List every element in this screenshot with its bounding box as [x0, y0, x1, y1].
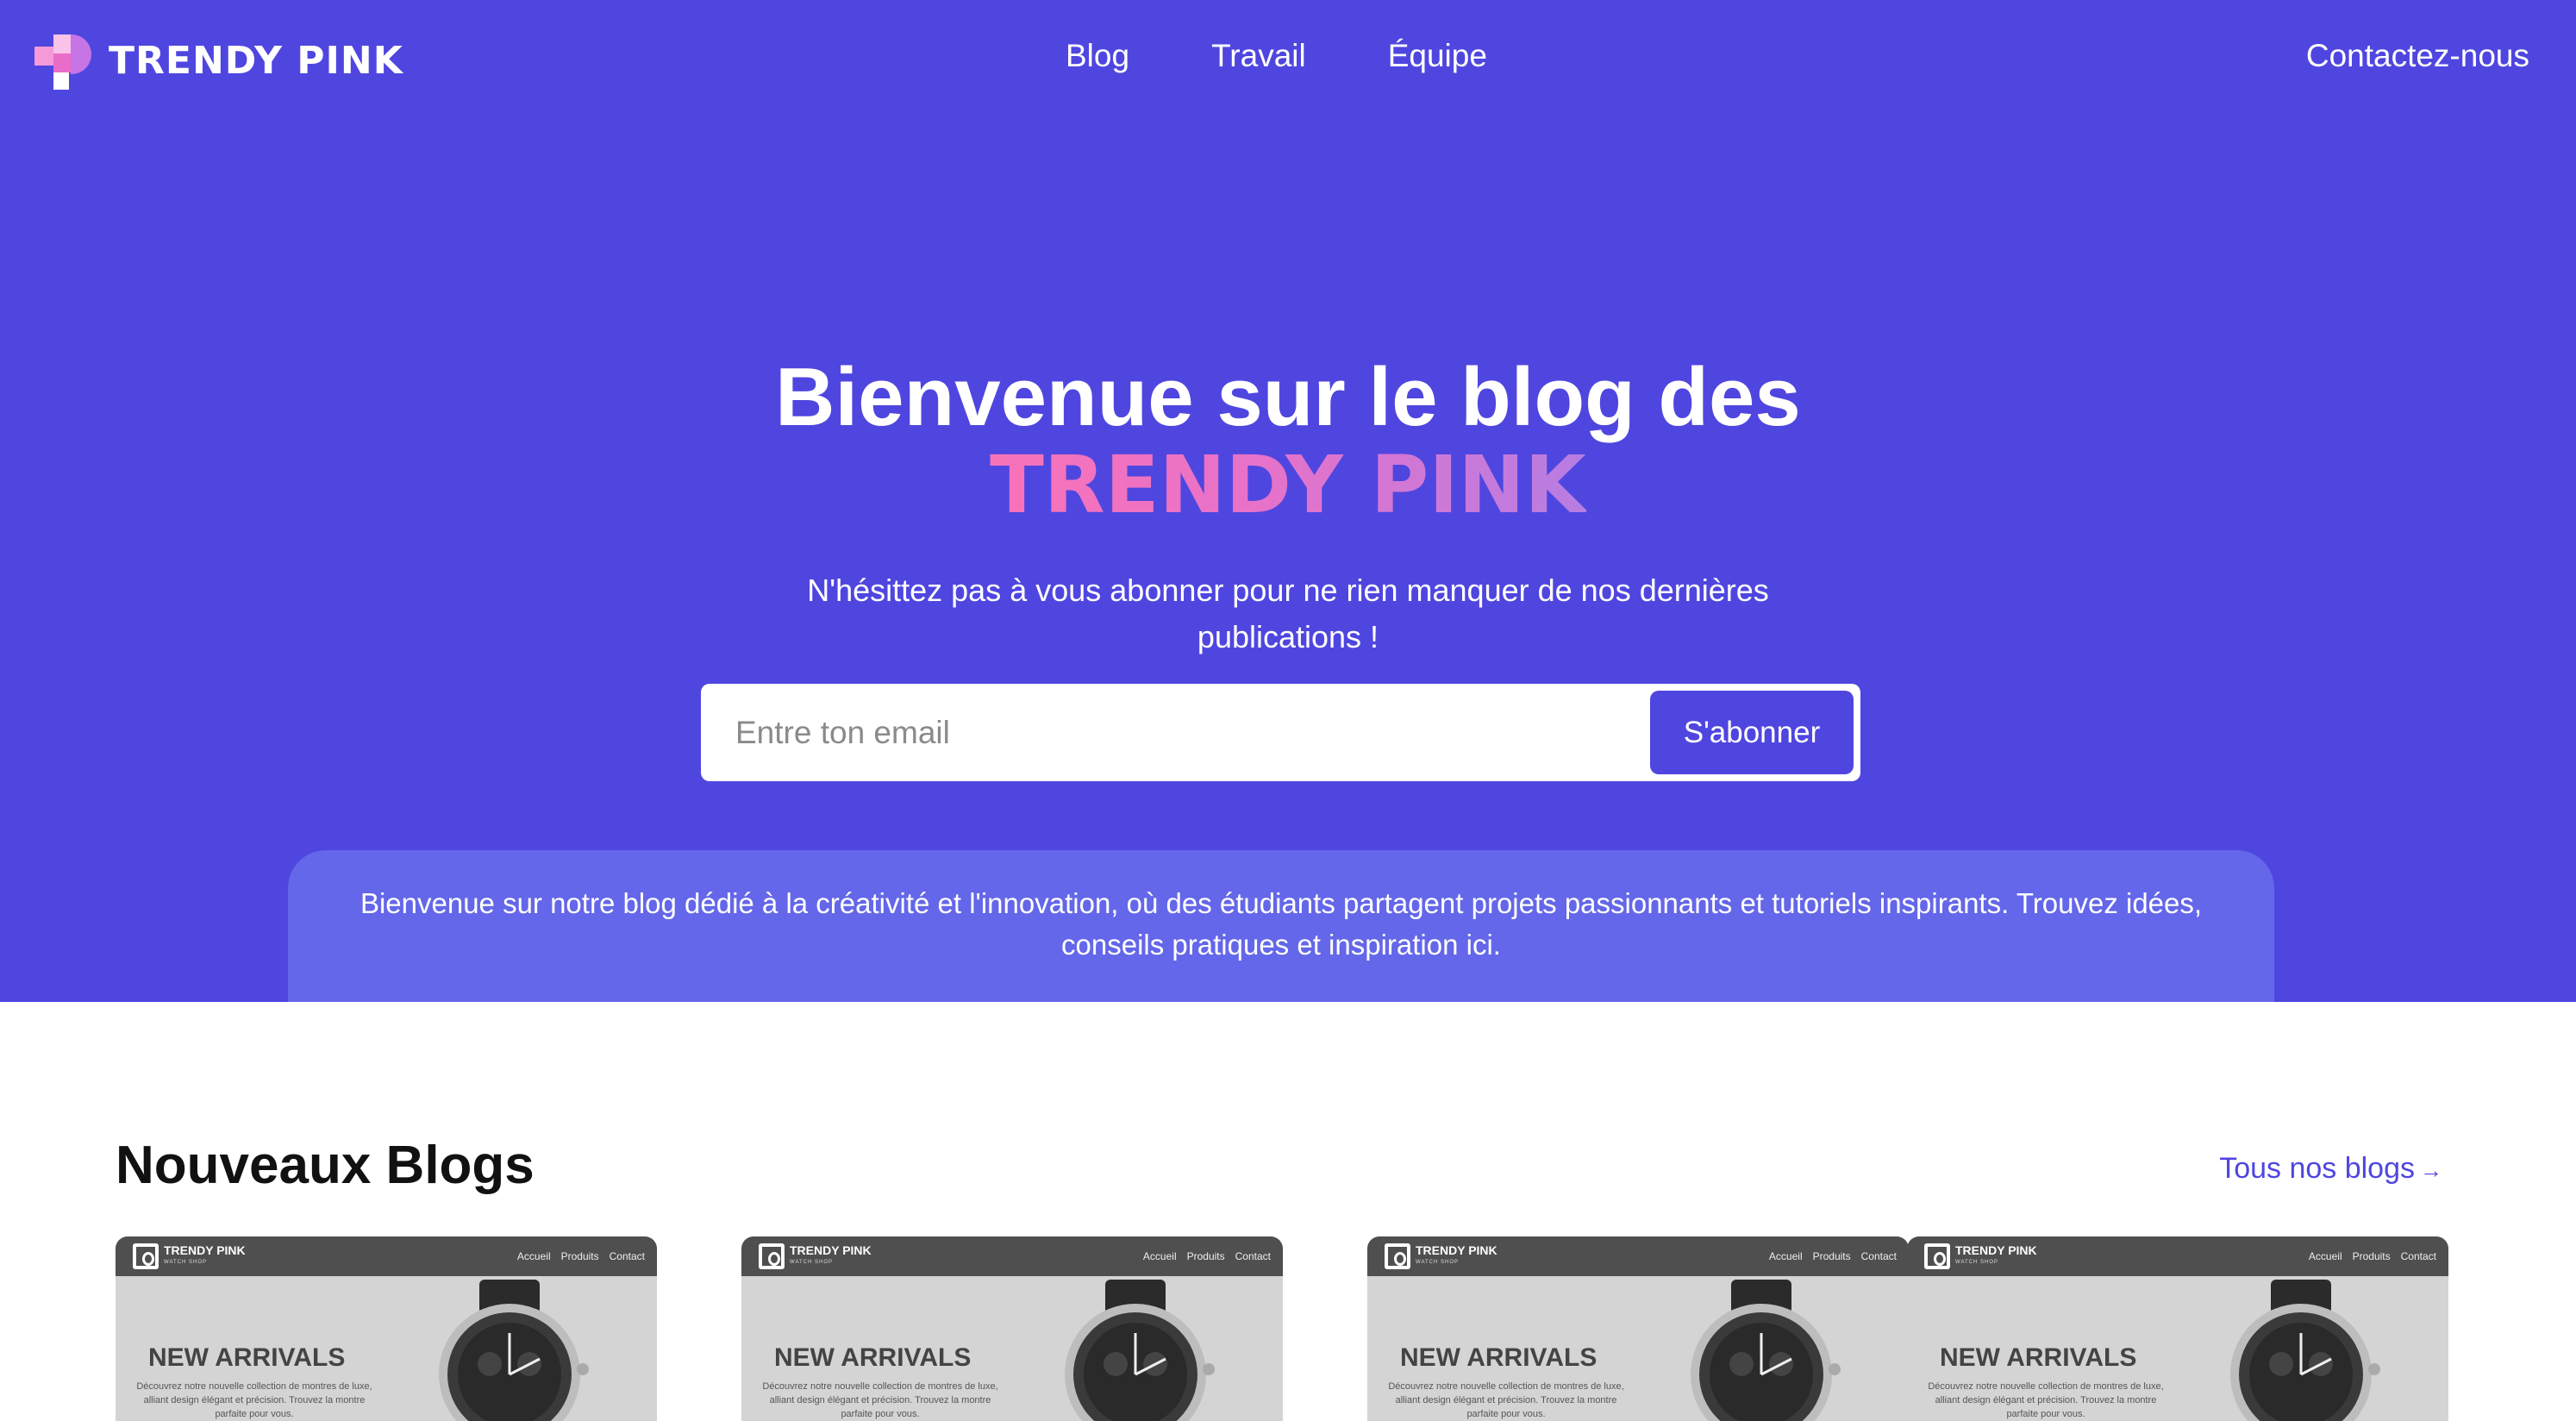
card-menu-item: Produits — [1812, 1250, 1851, 1262]
card-brand: TRENDY PINK — [164, 1243, 246, 1257]
contact-link[interactable]: Contactez-nous — [2306, 38, 2529, 74]
blog-card[interactable]: TRENDY PINK WATCH SHOP Accueil Produits … — [1367, 1236, 1909, 1421]
nav-links: Blog Travail Équipe — [1066, 38, 1487, 74]
card-description: Découvrez notre nouvelle collection de m… — [1928, 1381, 2164, 1419]
card-brand: TRENDY PINK — [1955, 1243, 2037, 1257]
card-menu-item: Accueil — [1142, 1250, 1177, 1262]
card-menu: Accueil Produits Contact — [1769, 1250, 1897, 1262]
card-preview-topbar: TRENDY PINK WATCH SHOP Accueil Produits … — [741, 1236, 1283, 1276]
logo[interactable]: TRENDY PINK — [34, 31, 403, 90]
card-menu: Accueil Produits Contact — [2309, 1250, 2436, 1262]
watch-shop-logo-icon — [759, 1243, 785, 1269]
watch-shop-logo-icon — [1924, 1243, 1950, 1269]
blog-cards: TRENDY PINK WATCH SHOP Accueil Produits … — [116, 1236, 2448, 1421]
section-title: Nouveaux Blogs — [116, 1136, 535, 1195]
card-tagline: WATCH SHOP — [1955, 1260, 1998, 1265]
card-menu-item: Accueil — [1768, 1250, 1803, 1262]
hero-subtitle: N'hésittez pas à vous abonner pour ne ri… — [807, 573, 1769, 654]
hero-title: Bienvenue sur le blog des — [775, 351, 1801, 443]
logo-text: TRENDY PINK — [109, 38, 403, 83]
card-description: Découvrez notre nouvelle collection de m… — [136, 1381, 372, 1419]
hero-section: TRENDY PINK Blog Travail Équipe Contacte… — [0, 0, 2576, 1002]
card-preview-topbar: TRENDY PINK WATCH SHOP Accueil Produits … — [1367, 1236, 1909, 1276]
card-menu-item: Contact — [2400, 1250, 2436, 1262]
all-blogs-link[interactable]: Tous nos blogs → — [2219, 1152, 2442, 1186]
card-description: Découvrez notre nouvelle collection de m… — [762, 1381, 998, 1419]
card-description: Découvrez notre nouvelle collection de m… — [1388, 1381, 1624, 1419]
watch-shop-logo-icon — [133, 1243, 159, 1269]
card-menu-item: Produits — [560, 1250, 599, 1262]
watch-icon — [439, 1280, 589, 1421]
card-menu-item: Produits — [2352, 1250, 2391, 1262]
email-input[interactable] — [735, 684, 1632, 781]
watch-shop-logo-icon — [1385, 1243, 1410, 1269]
card-brand: TRENDY PINK — [790, 1243, 872, 1257]
card-preview-topbar: TRENDY PINK WATCH SHOP Accueil Produits … — [1907, 1236, 2448, 1276]
card-heading: NEW ARRIVALS — [1400, 1343, 1597, 1372]
nav-link-travail[interactable]: Travail — [1211, 38, 1306, 74]
card-preview-topbar: TRENDY PINK WATCH SHOP Accueil Produits … — [116, 1236, 657, 1276]
card-menu: Accueil Produits Contact — [517, 1250, 645, 1262]
card-tagline: WATCH SHOP — [164, 1260, 207, 1265]
card-menu-item: Contact — [1860, 1250, 1897, 1262]
subscribe-form: S'abonner — [701, 684, 1860, 781]
card-tagline: WATCH SHOP — [790, 1260, 833, 1265]
blog-card[interactable]: TRENDY PINK WATCH SHOP Accueil Produits … — [116, 1236, 657, 1421]
card-heading: NEW ARRIVALS — [1940, 1343, 2137, 1372]
card-menu-item: Contact — [1235, 1250, 1271, 1262]
card-menu: Accueil Produits Contact — [1143, 1250, 1271, 1262]
watch-icon — [1691, 1280, 1841, 1421]
card-menu-item: Accueil — [2308, 1250, 2342, 1262]
blog-card[interactable]: TRENDY PINK WATCH SHOP Accueil Produits … — [1907, 1236, 2448, 1421]
blog-card[interactable]: TRENDY PINK WATCH SHOP Accueil Produits … — [741, 1236, 1283, 1421]
card-menu-item: Accueil — [516, 1250, 551, 1262]
hero-brand-title: TRENDY PINK — [0, 440, 2576, 531]
subscribe-button[interactable]: S'abonner — [1650, 691, 1854, 774]
logo-icon — [34, 31, 91, 90]
card-brand: TRENDY PINK — [1416, 1243, 1497, 1257]
nav-link-equipe[interactable]: Équipe — [1388, 38, 1487, 74]
arrow-right-icon: → — [2420, 1157, 2442, 1183]
all-blogs-label: Tous nos blogs — [2219, 1152, 2415, 1185]
top-nav: TRENDY PINK Blog Travail Équipe Contacte… — [0, 0, 2576, 121]
watch-icon — [2230, 1280, 2380, 1421]
intro-text: Bienvenue sur notre blog dédié à la créa… — [360, 887, 2203, 961]
card-menu-item: Contact — [609, 1250, 645, 1262]
intro-box: Bienvenue sur notre blog dédié à la créa… — [288, 850, 2274, 1002]
card-heading: NEW ARRIVALS — [774, 1343, 972, 1372]
card-tagline: WATCH SHOP — [1416, 1260, 1459, 1265]
watch-icon — [1065, 1280, 1215, 1421]
card-heading: NEW ARRIVALS — [148, 1343, 346, 1372]
card-menu-item: Produits — [1186, 1250, 1225, 1262]
hero-brand-text: TRENDY PINK — [990, 439, 1586, 531]
nav-link-blog[interactable]: Blog — [1066, 38, 1129, 74]
